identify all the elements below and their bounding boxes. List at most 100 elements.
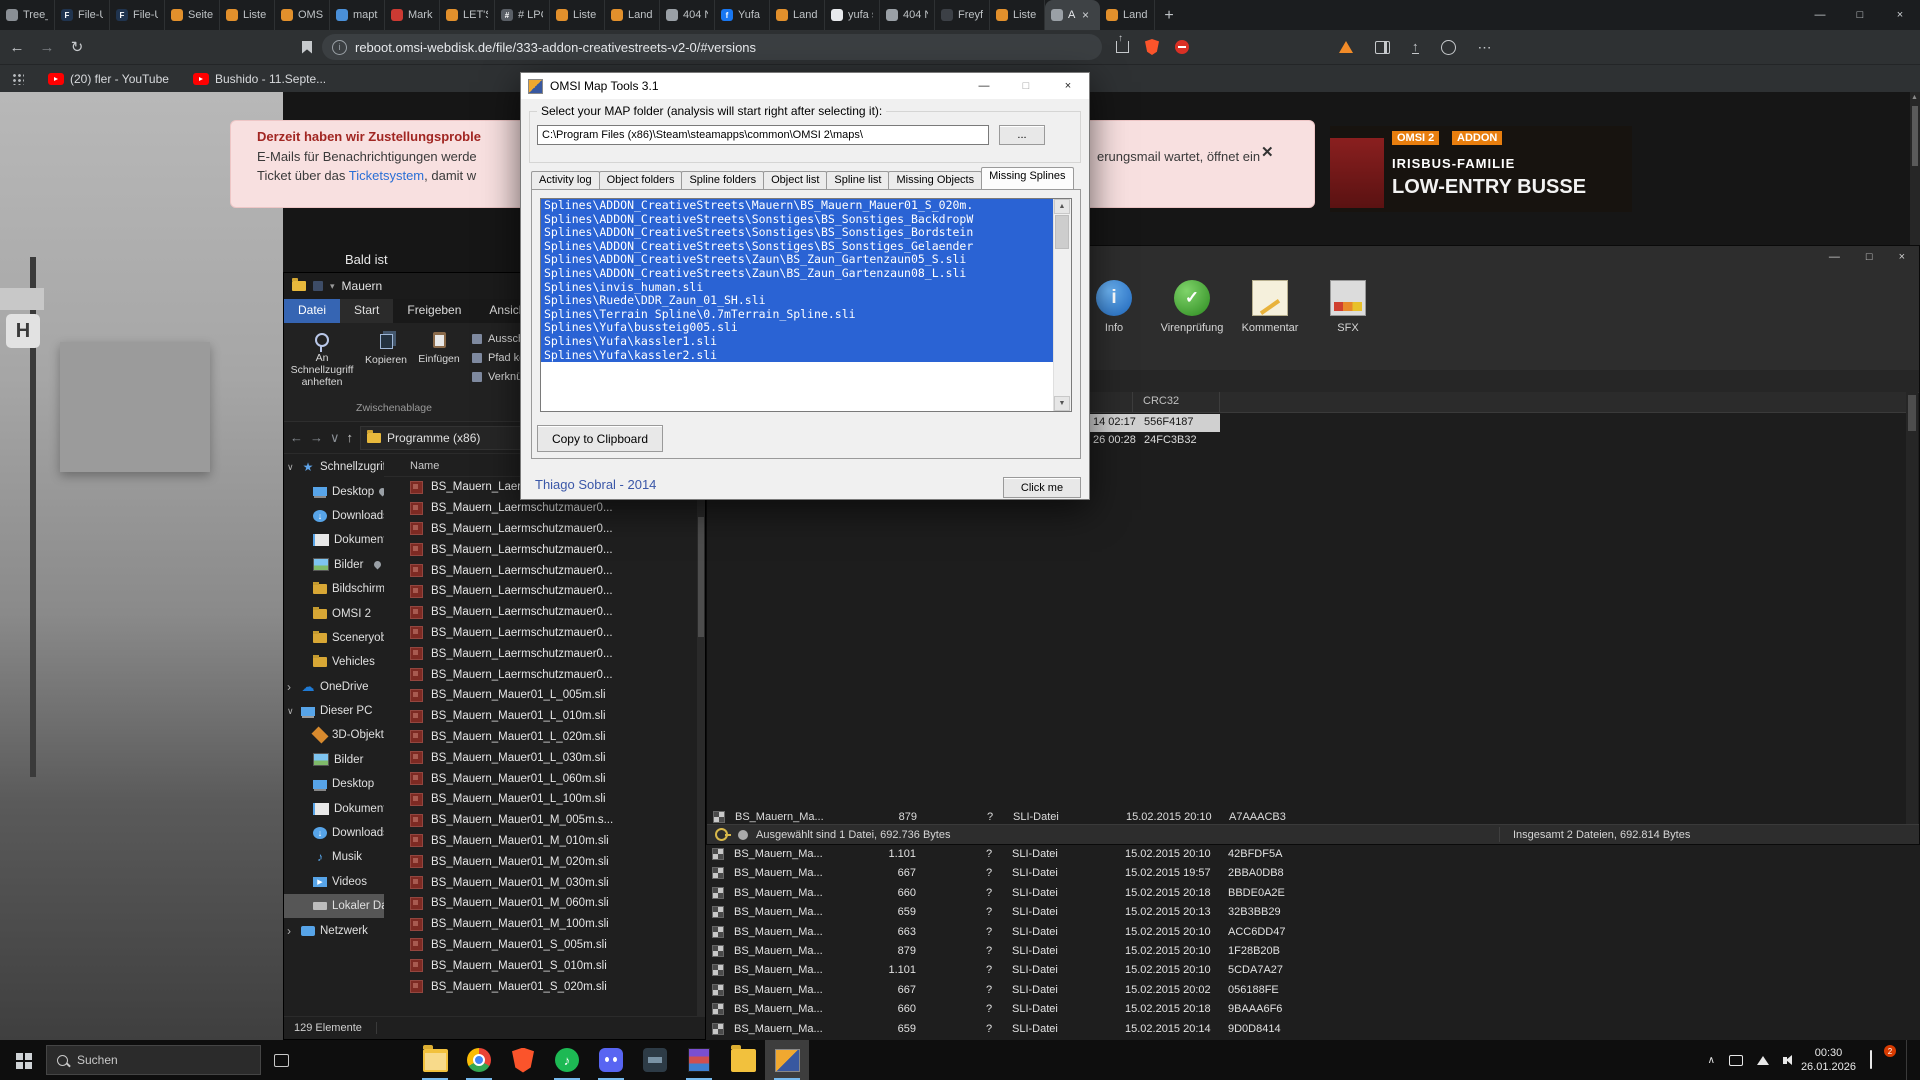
file-row[interactable]: BS_Mauern_Mauer01_S_020m.sli [384,976,697,997]
taskbar-app-button[interactable] [721,1040,765,1080]
start-button[interactable] [0,1040,46,1080]
clock[interactable]: 00:30 26.01.2026 [1801,1046,1856,1074]
file-row[interactable]: BS_Mauern_Laermschutzmauer0... [384,623,697,644]
file-row[interactable]: BS_Mauern_Mauer01_M_060m.sli [384,893,697,914]
close-button[interactable]: × [1880,0,1920,30]
map-folder-input[interactable]: C:\Program Files (x86)\Steam\steamapps\c… [537,125,989,145]
new-tab-button[interactable]: + [1155,2,1183,30]
scroll-down-icon[interactable]: ▼ [1054,396,1070,411]
taskbar-app-button[interactable] [457,1040,501,1080]
sidebar-toggle-icon[interactable] [1375,41,1390,54]
scroll-thumb[interactable] [1055,215,1069,249]
sidebar-item[interactable]: Vehicles [284,650,384,674]
sidebar-item[interactable]: Bilder [284,748,384,772]
device-tray-icon[interactable] [1729,1055,1743,1066]
winrar-tool-button[interactable]: Virenprüfung [1153,274,1231,334]
dialog-tab[interactable]: Object folders [599,171,683,189]
downloads-icon[interactable]: ↑ [1412,41,1419,54]
reload-button[interactable]: ↻ [64,34,90,60]
archive-file-row[interactable]: BS_Mauern_Ma... 1.101 ? SLI-Datei 15.02.… [706,845,1920,864]
missing-spline-entry[interactable]: Splines\Terrain Spline\0.7mTerrain_Splin… [541,308,1054,322]
minimize-button[interactable]: — [1829,251,1840,263]
browser-tab[interactable]: LET'S × [440,0,495,30]
ribbon-tab[interactable]: Datei [284,299,340,323]
scroll-up-icon[interactable]: ▲ [1054,199,1070,214]
bookmark-item[interactable]: (20) fler - YouTube [36,72,181,86]
browser-tab[interactable]: 404 N × [880,0,935,30]
copy-to-clipboard-button[interactable]: Copy to Clipboard [537,425,663,452]
file-row[interactable]: BS_Mauern_Laermschutzmauer0... [384,498,697,519]
archive-file-row[interactable]: BS_Mauern_Ma... 663 ? SLI-Datei 15.02.20… [706,923,1920,942]
missing-spline-entry[interactable]: Splines\Yufa\bussteig005.sli [541,321,1054,335]
url-bar[interactable]: i reboot.omsi-webdisk.de/file/333-addon-… [322,34,1102,60]
wallet-icon[interactable] [1339,41,1353,53]
taskbar-app-button[interactable] [677,1040,721,1080]
file-row[interactable]: BS_Mauern_Laermschutzmauer0... [384,519,697,540]
bookmark-item[interactable]: Bushido - 11.Septe... [181,72,338,86]
browser-tab[interactable]: 404 N × [660,0,715,30]
browser-tab[interactable]: # # LPG × [495,0,550,30]
browser-tab[interactable]: Mark × [385,0,440,30]
file-row[interactable]: BS_Mauern_Mauer01_L_020m.sli [384,727,697,748]
sidebar-item[interactable]: 3D-Objekte [284,723,384,747]
maximize-button[interactable]: □ [1840,0,1880,30]
file-row[interactable]: BS_Mauern_Mauer01_M_030m.sli [384,872,697,893]
missing-spline-entry[interactable]: Splines\Ruede\DDR_Zaun_01_SH.sli [541,294,1054,308]
taskbar-app-button[interactable] [501,1040,545,1080]
maximize-button[interactable]: □ [1866,251,1873,263]
file-row[interactable]: BS_Mauern_Mauer01_L_010m.sli [384,706,697,727]
paste-button[interactable]: Einfügen [414,330,464,365]
chevron-icon[interactable] [287,462,296,473]
profile-icon[interactable] [1441,40,1456,55]
banner-close-icon[interactable]: ✕ [1261,143,1274,161]
missing-spline-entry[interactable]: Splines\Yufa\kassler2.sli [541,349,1054,363]
sidebar-item[interactable]: Bildschirmfotos [284,577,384,601]
taskbar-app-button[interactable] [633,1040,677,1080]
close-button[interactable]: × [1899,251,1905,263]
sidebar-item[interactable]: Downloads [284,821,384,845]
browser-tab[interactable]: Freyfu × [935,0,990,30]
forward-button[interactable]: → [34,34,60,60]
dialog-tab[interactable]: Object list [763,171,827,189]
sidebar-item[interactable]: OneDrive [284,675,384,699]
archive-file-row[interactable]: BS_Mauern_Ma... 667 ? SLI-Datei 15.02.20… [706,864,1920,883]
winrar-tool-button[interactable]: SFX [1309,274,1387,334]
copy-button[interactable]: Kopieren [360,330,412,366]
back-button[interactable]: ← [4,34,30,60]
missing-spline-entry[interactable]: Splines\ADDON_CreativeStreets\Sonstiges\… [541,240,1054,254]
file-row[interactable]: BS_Mauern_Mauer01_M_010m.sli [384,831,697,852]
ribbon-tab[interactable]: Start [340,299,393,323]
quick-access-icon[interactable] [313,281,323,291]
breadcrumb[interactable]: Programme (x86) [387,431,480,445]
chevron-icon[interactable] [287,706,296,717]
missing-spline-entry[interactable]: Splines\invis_human.sli [541,281,1054,295]
file-row[interactable]: BS_Mauern_Mauer01_L_005m.sli [384,685,697,706]
missing-spline-entry[interactable]: Splines\ADDON_CreativeStreets\Sonstiges\… [541,226,1054,240]
brave-shield-icon[interactable] [1145,39,1159,55]
browse-button[interactable]: ... [999,125,1045,145]
crc32-column-header[interactable]: CRC32 [1143,395,1179,407]
archive-file-row[interactable]: BS_Mauern_Ma... 659 ? SLI-Datei 15.02.20… [706,903,1920,922]
show-desktop-button[interactable] [1906,1040,1912,1080]
tray-chevron-icon[interactable]: ∧ [1708,1055,1715,1066]
sidebar-item[interactable]: Bilder [284,553,384,577]
file-row[interactable]: BS_Mauern_Laermschutzmauer0... [384,664,697,685]
dialog-tab[interactable]: Missing Objects [888,171,982,189]
file-row[interactable]: BS_Mauern_Mauer01_L_060m.sli [384,768,697,789]
file-row[interactable]: BS_Mauern_Laermschutzmauer0... [384,602,697,623]
menu-dots-icon[interactable]: ⋯ [1478,39,1493,56]
browser-tab[interactable]: Liste × [220,0,275,30]
dialog-title-bar[interactable]: OMSI Map Tools 3.1 — □ × [521,73,1089,99]
taskbar-app-button[interactable] [589,1040,633,1080]
pin-to-quick-access-button[interactable]: An Schnellzugriff anheften [288,330,356,388]
dialog-tab[interactable]: Missing Splines [981,167,1073,189]
file-row[interactable]: BS_Mauern_Mauer01_S_005m.sli [384,935,697,956]
browser-tab[interactable]: mapt × [330,0,385,30]
taskbar-app-button[interactable] [545,1040,589,1080]
volume-icon[interactable] [1783,1057,1787,1064]
archive-file-row[interactable]: BS_Mauern_Ma... 659 ? SLI-Datei 15.02.20… [706,1020,1920,1039]
file-list-scrollbar[interactable] [697,477,705,1017]
browser-tab[interactable]: Seite × [165,0,220,30]
taskbar-app-button[interactable] [765,1040,809,1080]
sidebar-item[interactable]: Netzwerk [284,918,384,942]
